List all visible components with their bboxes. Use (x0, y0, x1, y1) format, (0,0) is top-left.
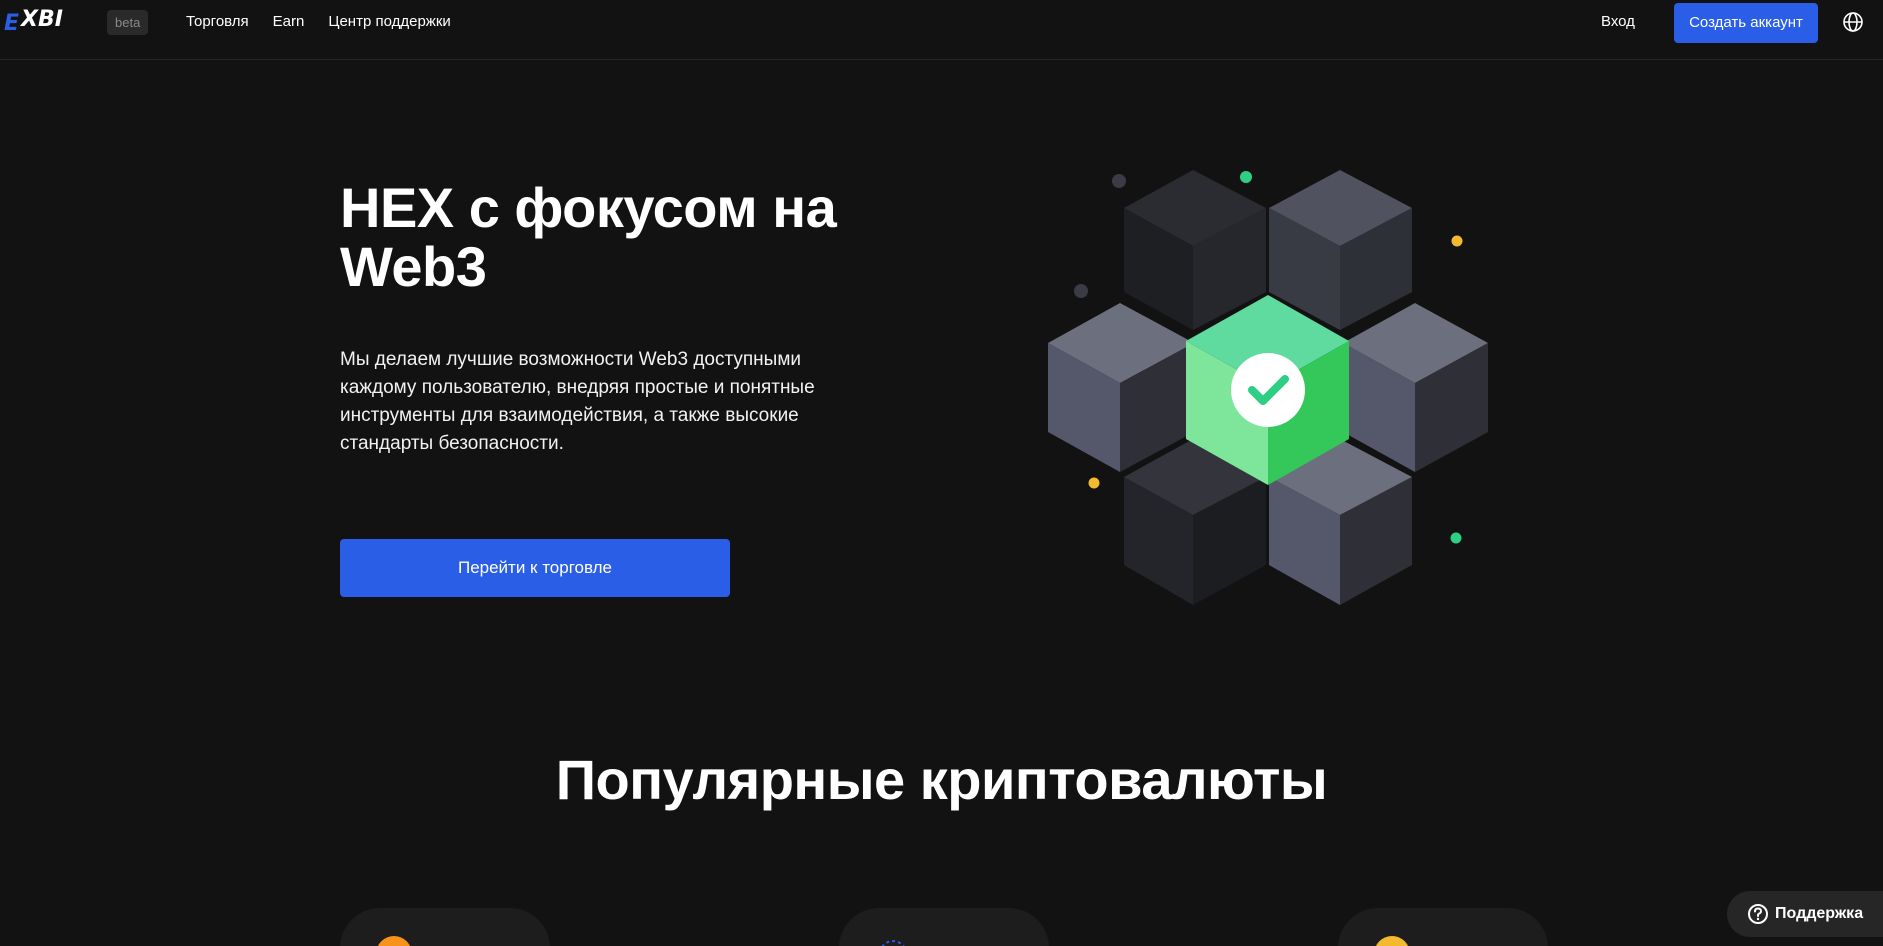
cube (1124, 170, 1266, 330)
crypto-card[interactable] (839, 908, 1049, 946)
decor-dot (1074, 284, 1088, 298)
cube (1269, 170, 1412, 330)
decor-dot (1451, 235, 1463, 247)
question-icon (1748, 904, 1768, 924)
cube (1048, 303, 1194, 472)
coin-icon (881, 940, 905, 946)
decor-dot (1240, 171, 1252, 183)
cube (1343, 303, 1488, 472)
nav-item-support-center[interactable]: Центр поддержки (328, 13, 450, 31)
svg-text:E: E (4, 11, 19, 33)
decor-dot (1450, 532, 1462, 544)
main-nav: Торговля Earn Центр поддержки (186, 13, 451, 31)
exbi-logo[interactable]: E XBI (4, 9, 96, 33)
hero-title: HEX с фокусом на Web3 (340, 176, 837, 298)
decor-dot (1112, 174, 1126, 188)
svg-text:XBI: XBI (19, 9, 63, 32)
bitcoin-icon (376, 936, 412, 946)
popular-section-title: Популярные криптовалюты (555, 748, 1328, 811)
support-widget-button[interactable]: Поддержка (1727, 891, 1883, 937)
top-header: E XBI beta Торговля Earn Центр поддержки… (0, 0, 1883, 60)
nav-item-trading[interactable]: Торговля (186, 13, 249, 31)
login-link[interactable]: Вход (1601, 13, 1635, 31)
nav-item-earn[interactable]: Earn (273, 13, 305, 31)
decor-dot (1088, 477, 1100, 489)
crypto-card[interactable] (1338, 908, 1548, 946)
globe-icon[interactable] (1842, 11, 1864, 33)
go-to-trading-button[interactable]: Перейти к торговле (340, 539, 730, 597)
hero-description: Мы делаем лучшие возможности Web3 доступ… (340, 349, 815, 454)
crypto-card[interactable] (340, 908, 550, 946)
cubes-check-icon (1048, 170, 1488, 605)
beta-badge: beta (107, 10, 149, 35)
bnb-icon (1374, 936, 1410, 946)
create-account-button[interactable]: Создать аккаунт (1674, 3, 1818, 43)
check-badge (1231, 353, 1305, 427)
support-label: Поддержка (1775, 905, 1864, 922)
